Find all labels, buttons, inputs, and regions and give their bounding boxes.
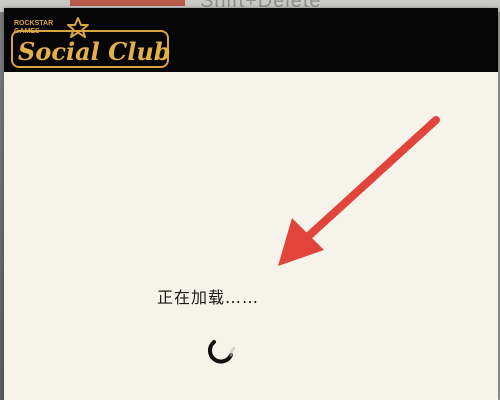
social-club-logo-graphic: ROCKSTAR GAMES Social Club [11,17,171,68]
logo-small-text-2: GAMES [14,28,40,35]
red-arrow-icon [278,116,440,266]
loading-content-area: 正在加载…… [4,72,498,400]
logo-main-text: Social Club [18,37,171,66]
social-club-header: ROCKSTAR GAMES Social Club [4,8,498,72]
logo-small-text-1: ROCKSTAR [14,20,53,27]
background-red-tab [70,0,185,6]
loading-spinner-icon [204,334,240,370]
loading-text: 正在加载…… [157,288,260,307]
social-club-logo: ROCKSTAR GAMES Social Club [10,14,172,70]
star-icon [67,17,89,38]
social-club-window: ROCKSTAR GAMES Social Club 正在加载…… [4,8,498,400]
